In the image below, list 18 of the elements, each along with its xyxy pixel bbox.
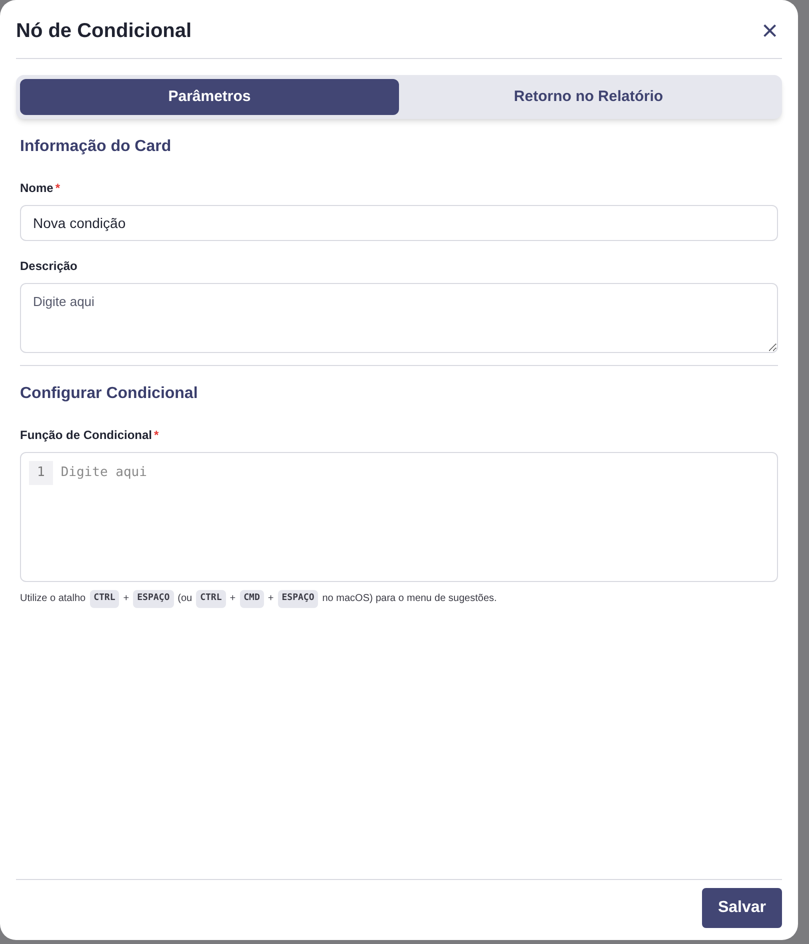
code-editor[interactable]: 1 Digite aqui <box>20 452 778 582</box>
line-number: 1 <box>29 461 53 484</box>
field-label: Descrição <box>20 258 78 275</box>
shortcut-hint: Utilize o atalho CTRL + ESPAÇO (ou CTRL + CMD + ESPAÇO no macOS) para o menu de sugestões. <box>20 590 778 608</box>
required-mark: * <box>154 427 159 444</box>
description-field[interactable]: Digite aqui <box>20 283 778 353</box>
field-label: Nome <box>20 180 54 197</box>
required-mark: * <box>55 180 60 197</box>
input-field[interactable]: Nova condição <box>20 205 778 241</box>
section-heading: Informação do Card <box>20 137 172 157</box>
code-placeholder: Digite aqui <box>60 464 147 482</box>
tab[interactable]: Retorno no Relatório <box>399 79 778 115</box>
close-button[interactable]: × <box>758 17 782 45</box>
save-button[interactable]: Salvar <box>702 888 782 928</box>
tab[interactable]: Parâmetros <box>20 79 399 115</box>
section-heading: Configurar Condicional <box>20 384 199 404</box>
dialog-title: Nó de Condicional <box>16 19 192 44</box>
field-label: Função de Condicional <box>20 427 152 444</box>
